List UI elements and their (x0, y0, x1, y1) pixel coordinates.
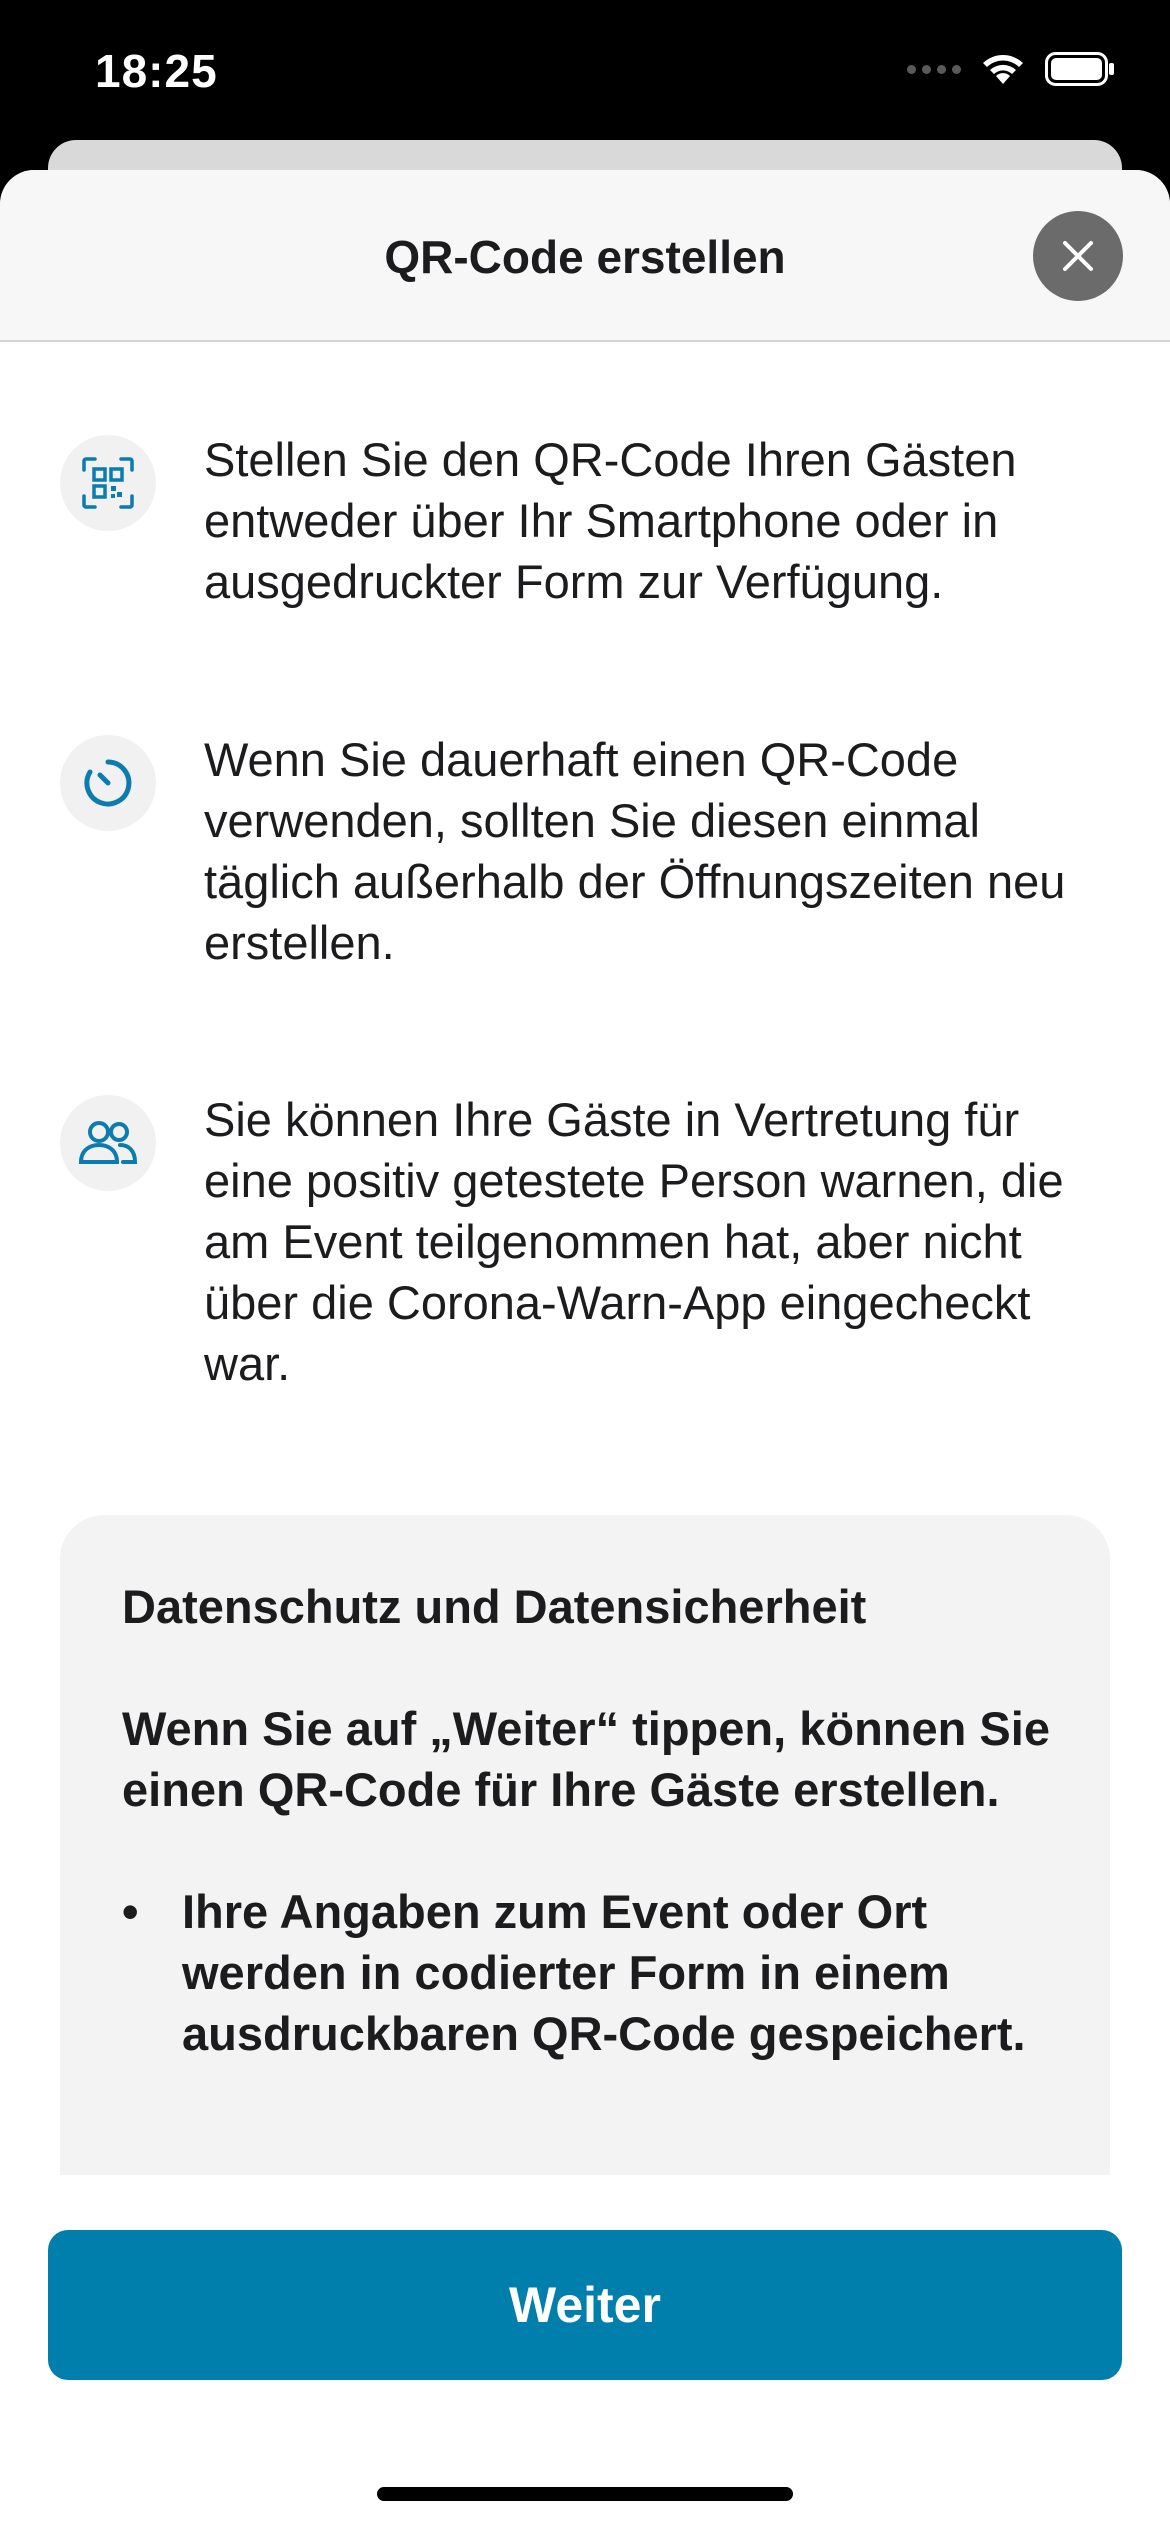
wifi-icon (983, 55, 1023, 84)
cellular-signal-icon (907, 64, 961, 74)
status-icons (907, 52, 1115, 86)
privacy-title: Datenschutz und Datensicherheit (122, 1580, 867, 1633)
battery-icon (1045, 52, 1114, 86)
info-text: Stellen Sie den QR-Code Ihren Gästen ent… (204, 433, 1017, 608)
privacy-card: Datenschutz und Datensicherheit Wenn Sie… (60, 1515, 1110, 2175)
sheet-header: QR-Code erstellen (0, 170, 1170, 342)
privacy-bullet-text: Ihre Angaben zum Event oder Ort werden i… (182, 1885, 1026, 2060)
info-icon-background (60, 1095, 156, 1191)
modal-sheet: QR-Code erstellen Stellen Sie den QR-Cod… (0, 170, 1170, 2532)
info-text: Wenn Sie dauerhaft einen QR-Code verwend… (204, 733, 1066, 969)
qr-code-icon (82, 457, 134, 509)
status-time: 18:25 (95, 45, 218, 97)
privacy-body: Wenn Sie auf „Weiter“ tippen, können Sie… (122, 1702, 1050, 1816)
status-bar: 18:25 (0, 0, 1170, 150)
group-icon (78, 1121, 138, 1164)
continue-button[interactable]: Weiter (48, 2230, 1122, 2380)
close-icon (1063, 241, 1093, 271)
home-indicator[interactable] (377, 2487, 793, 2501)
bullet-dot-icon: • (122, 1885, 139, 1938)
page-title: QR-Code erstellen (384, 231, 786, 283)
info-text: Sie können Ihre Gäste in Vertretung für … (204, 1093, 1064, 1390)
close-button[interactable] (1033, 211, 1123, 301)
info-icon-background (60, 435, 156, 531)
timer-icon (84, 759, 132, 807)
info-icon-background (60, 735, 156, 831)
